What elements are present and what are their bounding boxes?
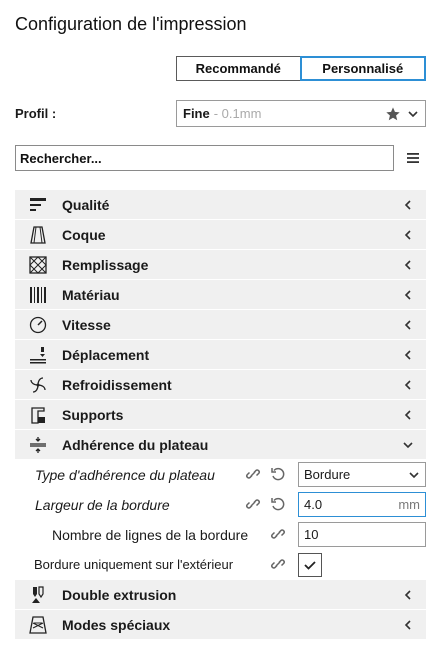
material-icon (30, 286, 46, 303)
reset-icon[interactable] (270, 466, 286, 482)
category-label: Vitesse (62, 316, 111, 333)
chevron-left-icon (404, 379, 411, 390)
chevron-left-icon (404, 589, 411, 600)
category-infill[interactable]: Remplissage (15, 250, 426, 280)
adhesion-type-select[interactable]: Bordure (298, 462, 426, 487)
setting-label: Largeur de la bordure (35, 497, 170, 513)
adhesion-icon (30, 436, 46, 453)
category-label: Remplissage (62, 256, 149, 273)
check-icon (304, 561, 316, 570)
brim-outside-checkbox[interactable] (298, 553, 322, 577)
shell-icon (30, 225, 46, 244)
page-title: Configuration de l'impression (15, 14, 247, 34)
category-quality[interactable]: Qualité (15, 190, 426, 220)
chevron-left-icon (404, 619, 411, 630)
setting-brim-outside: Bordure uniquement sur l'extérieur (15, 550, 426, 580)
category-label: Supports (62, 406, 124, 423)
brim-width-unit: mm (398, 497, 420, 512)
setting-label: Nombre de lignes de la bordure (52, 527, 249, 543)
category-travel[interactable]: Déplacement (15, 340, 426, 370)
tab-recommended[interactable]: Recommandé (176, 56, 300, 81)
reset-icon[interactable] (270, 496, 286, 512)
category-adhesion[interactable]: Adhérence du plateau (15, 430, 426, 460)
category-label: Double extrusion (62, 586, 177, 603)
chevron-down-icon (403, 441, 413, 448)
category-dual-extrusion[interactable]: Double extrusion (15, 580, 426, 610)
profile-label: Profil : (15, 106, 57, 121)
setting-label: Bordure uniquement sur l'extérieur (34, 557, 234, 572)
link-icon[interactable] (245, 496, 261, 512)
chevron-left-icon (404, 409, 411, 420)
category-special-modes[interactable]: Modes spéciaux (15, 610, 426, 640)
category-label: Qualité (62, 196, 110, 213)
category-speed[interactable]: Vitesse (15, 310, 426, 340)
category-label: Déplacement (62, 346, 150, 363)
profile-name: Fine (183, 106, 210, 121)
link-icon[interactable] (245, 466, 261, 482)
category-label: Refroidissement (62, 376, 172, 393)
chevron-left-icon (404, 229, 411, 240)
dual-extrusion-icon (32, 585, 44, 603)
category-label: Adhérence du plateau (62, 436, 209, 453)
setting-brim-width: Largeur de la bordure 4.0 mm (15, 490, 426, 520)
brim-width-value: 4.0 (304, 497, 323, 512)
setting-label: Type d'adhérence du plateau (35, 467, 215, 483)
chevron-left-icon (404, 199, 411, 210)
category-label: Coque (62, 226, 106, 243)
category-label: Matériau (62, 286, 120, 303)
star-icon[interactable] (385, 106, 401, 122)
category-cooling[interactable]: Refroidissement (15, 370, 426, 400)
setting-adhesion-type: Type d'adhérence du plateau Bordure (15, 460, 426, 490)
speed-icon (29, 316, 47, 333)
special-modes-icon (29, 615, 47, 634)
cooling-icon (30, 376, 46, 393)
support-icon (31, 406, 45, 424)
setting-brim-lines: Nombre de lignes de la bordure 10 (15, 520, 426, 550)
tab-custom[interactable]: Personnalisé (299, 56, 426, 81)
chevron-left-icon (404, 289, 411, 300)
brim-lines-value: 10 (304, 527, 319, 542)
chevron-down-icon (409, 471, 419, 478)
chevron-left-icon (404, 349, 411, 360)
profile-select[interactable]: Fine - 0.1mm (176, 100, 426, 127)
link-icon[interactable] (270, 556, 286, 572)
chevron-down-icon (408, 110, 418, 117)
link-icon[interactable] (270, 526, 286, 542)
settings-list: Qualité Coque Remplissage Matériau Vites… (15, 190, 426, 640)
mode-tabs: Recommandé Personnalisé (176, 56, 426, 81)
search-input[interactable] (15, 145, 394, 171)
chevron-left-icon (404, 259, 411, 270)
brim-width-input[interactable]: 4.0 mm (298, 492, 426, 517)
infill-icon (29, 255, 47, 274)
category-shell[interactable]: Coque (15, 220, 426, 250)
category-supports[interactable]: Supports (15, 400, 426, 430)
category-material[interactable]: Matériau (15, 280, 426, 310)
category-label: Modes spéciaux (62, 616, 171, 633)
menu-icon[interactable] (404, 149, 422, 167)
chevron-left-icon (404, 319, 411, 330)
travel-icon (30, 346, 46, 363)
quality-icon (30, 197, 46, 211)
adhesion-type-value: Bordure (304, 467, 351, 482)
brim-lines-input[interactable]: 10 (298, 522, 426, 547)
profile-sub: - 0.1mm (213, 106, 262, 121)
